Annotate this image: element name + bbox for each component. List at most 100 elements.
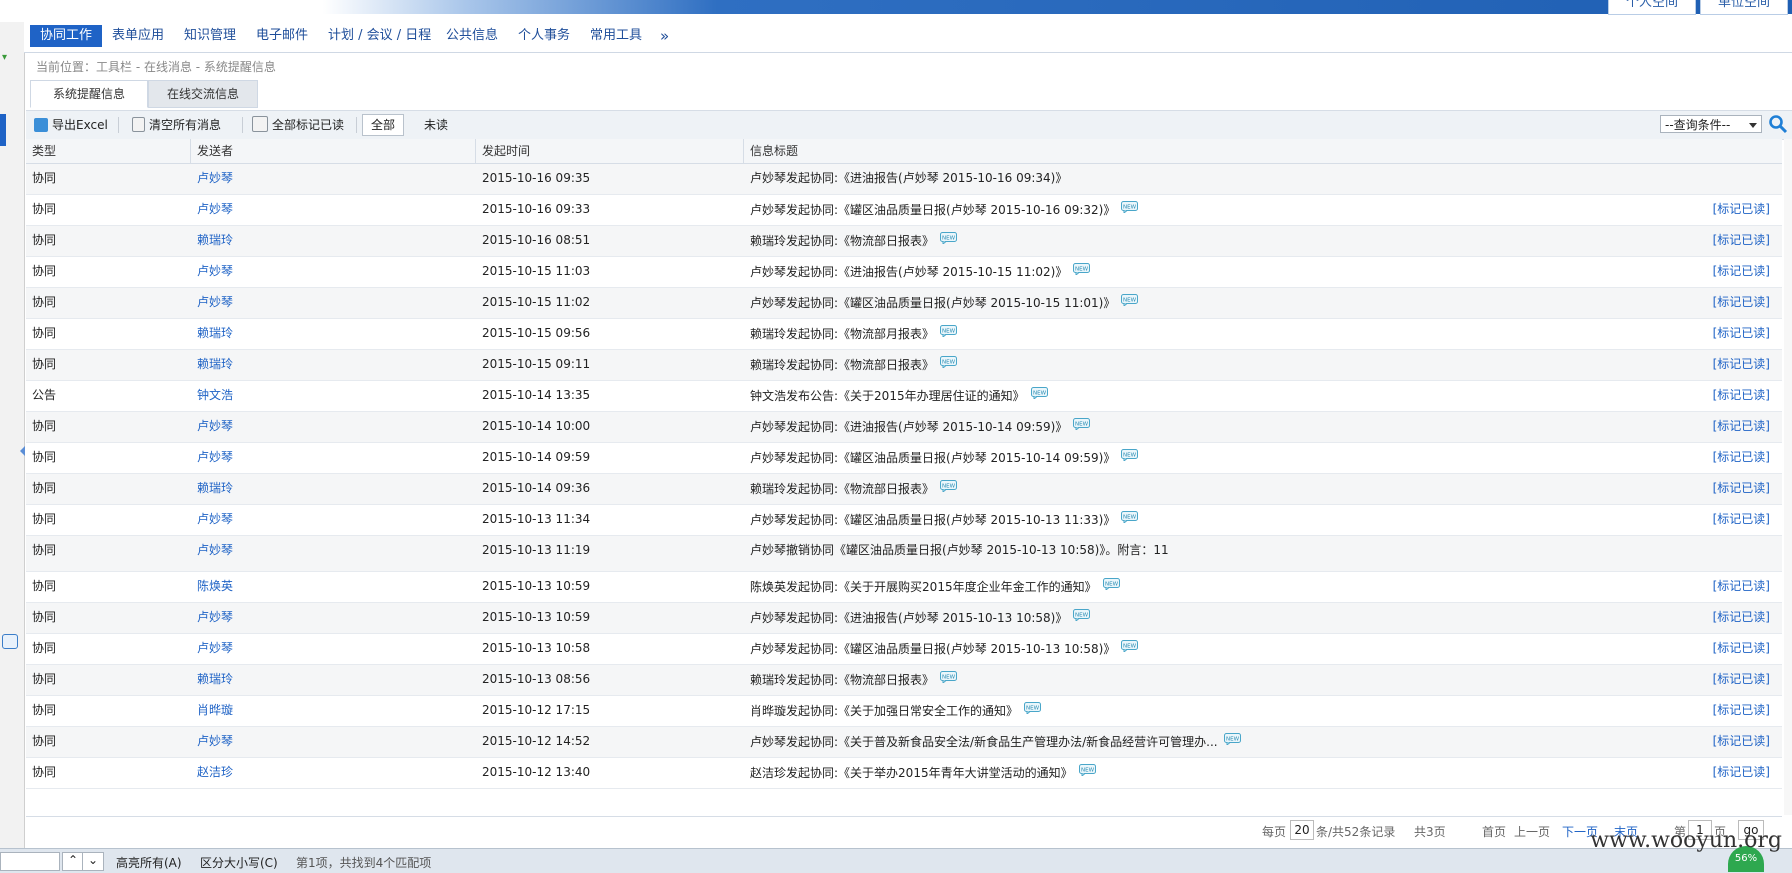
sender-link[interactable]: 赵洁珍	[197, 758, 233, 788]
message-title[interactable]: 卢妙琴发起协同:《进油报告(卢妙琴 2015-10-16 09:34)》	[750, 164, 1067, 194]
nav-item-knowledge[interactable]: 知识管理	[174, 25, 246, 47]
mark-read-link[interactable]: [标记已读]	[1713, 195, 1770, 225]
sender-link[interactable]: 卢妙琴	[197, 443, 233, 473]
nav-item-forms[interactable]: 表单应用	[102, 25, 174, 47]
tab-unit-space[interactable]: 单位空间	[1700, 0, 1788, 15]
sender-link[interactable]: 卢妙琴	[197, 603, 233, 633]
message-title[interactable]: 卢妙琴发起协同:《罐区油品质量日报(卢妙琴 2015-10-13 11:33)》…	[750, 505, 1139, 535]
message-title[interactable]: 赖瑞玲发起协同:《物流部日报表》 NEW	[750, 665, 958, 695]
mark-read-link[interactable]: [标记已读]	[1713, 319, 1770, 349]
search-icon[interactable]	[1768, 114, 1788, 134]
sender-link[interactable]: 卢妙琴	[197, 536, 233, 571]
sender-link[interactable]: 赖瑞玲	[197, 226, 233, 256]
mark-read-link[interactable]: [标记已读]	[1713, 350, 1770, 380]
col-sender[interactable]: 发送者	[191, 139, 476, 163]
table-row[interactable]: 协同 卢妙琴 2015-10-13 11:19 卢妙琴撤销协同《罐区油品质量日报(卢…	[26, 536, 1782, 572]
message-title[interactable]: 卢妙琴发起协同:《罐区油品质量日报(卢妙琴 2015-10-15 11:01)》…	[750, 288, 1139, 318]
match-case-option[interactable]: 区分大小写(C)	[200, 854, 278, 871]
mark-read-link[interactable]: [标记已读]	[1713, 603, 1770, 633]
mark-read-link[interactable]: [标记已读]	[1713, 572, 1770, 602]
table-row[interactable]: 协同 卢妙琴 2015-10-13 11:34 卢妙琴发起协同:《罐区油品质量日报(卢…	[26, 505, 1782, 536]
message-title[interactable]: 卢妙琴发起协同:《进油报告(卢妙琴 2015-10-14 09:59)》 NEW	[750, 412, 1091, 442]
sender-link[interactable]: 赖瑞玲	[197, 665, 233, 695]
tab-system-reminders[interactable]: 系统提醒信息	[30, 80, 148, 108]
message-title[interactable]: 赖瑞玲发起协同:《物流部日报表》 NEW	[750, 226, 958, 256]
message-title[interactable]: 卢妙琴发起协同:《罐区油品质量日报(卢妙琴 2015-10-16 09:32)》…	[750, 195, 1139, 225]
table-row[interactable]: 协同 陈焕英 2015-10-13 10:59 陈焕英发起协同:《关于开展购买2015…	[26, 572, 1782, 603]
sender-link[interactable]: 赖瑞玲	[197, 350, 233, 380]
find-next-icon[interactable]: ⌄	[82, 852, 104, 871]
col-time[interactable]: 发起时间	[476, 139, 744, 163]
prev-page-link[interactable]: 上一页	[1514, 823, 1550, 840]
mark-read-link[interactable]: [标记已读]	[1713, 634, 1770, 664]
rail-chat-icon[interactable]	[2, 634, 18, 649]
message-title[interactable]: 赖瑞玲发起协同:《物流部日报表》 NEW	[750, 474, 958, 504]
nav-item-public-info[interactable]: 公共信息	[436, 25, 508, 47]
col-type[interactable]: 类型	[26, 139, 191, 163]
query-condition-select[interactable]: --查询条件--	[1660, 115, 1762, 133]
message-title[interactable]: 卢妙琴撤销协同《罐区油品质量日报(卢妙琴 2015-10-13 10:58)》。…	[750, 536, 1169, 571]
table-row[interactable]: 协同 卢妙琴 2015-10-16 09:33 卢妙琴发起协同:《罐区油品质量日报(卢…	[26, 195, 1782, 226]
mark-read-link[interactable]: [标记已读]	[1713, 474, 1770, 504]
table-row[interactable]: 协同 赵洁珍 2015-10-12 13:40 赵洁珍发起协同:《关于举办2015年青…	[26, 758, 1782, 789]
tab-personal-space[interactable]: 个人空间	[1608, 0, 1696, 15]
message-title[interactable]: 卢妙琴发起协同:《罐区油品质量日报(卢妙琴 2015-10-14 09:59)》…	[750, 443, 1139, 473]
message-title[interactable]: 卢妙琴发起协同:《进油报告(卢妙琴 2015-10-15 11:02)》 NEW	[750, 257, 1091, 287]
mark-read-link[interactable]: [标记已读]	[1713, 696, 1770, 726]
mark-read-link[interactable]: [标记已读]	[1713, 257, 1770, 287]
table-row[interactable]: 协同 卢妙琴 2015-10-15 11:03 卢妙琴发起协同:《进油报告(卢妙琴 2…	[26, 257, 1782, 288]
sender-link[interactable]: 卢妙琴	[197, 727, 233, 757]
mark-read-link[interactable]: [标记已读]	[1713, 665, 1770, 695]
message-title[interactable]: 赵洁珍发起协同:《关于举办2015年青年大讲堂活动的通知》 NEW	[750, 758, 1096, 788]
mark-read-link[interactable]: [标记已读]	[1713, 443, 1770, 473]
rail-chevron-icon[interactable]: ▾	[2, 52, 7, 63]
mark-read-link[interactable]: [标记已读]	[1713, 758, 1770, 788]
message-title[interactable]: 卢妙琴发起协同:《关于普及新食品安全法/新食品生产管理办法/新食品经营许可管理办…	[750, 727, 1241, 757]
message-title[interactable]: 赖瑞玲发起协同:《物流部日报表》 NEW	[750, 350, 958, 380]
message-title[interactable]: 肖晔璇发起协同:《关于加强日常安全工作的通知》 NEW	[750, 696, 1042, 726]
filter-all-button[interactable]: 全部	[362, 114, 405, 136]
nav-item-collaboration[interactable]: 协同工作	[30, 25, 103, 47]
tab-online-messages[interactable]: 在线交流信息	[148, 80, 258, 108]
table-row[interactable]: 协同 赖瑞玲 2015-10-15 09:11 赖瑞玲发起协同:《物流部日报表》 NEW…	[26, 350, 1782, 381]
mark-read-link[interactable]: [标记已读]	[1713, 412, 1770, 442]
table-row[interactable]: 协同 肖晔璇 2015-10-12 17:15 肖晔璇发起协同:《关于加强日常安全工作…	[26, 696, 1782, 727]
clear-all-button[interactable]: 清空所有消息	[132, 115, 221, 135]
filter-unread-button[interactable]: 未读	[424, 115, 448, 135]
sender-link[interactable]: 肖晔璇	[197, 696, 233, 726]
sender-link[interactable]: 赖瑞玲	[197, 474, 233, 504]
table-row[interactable]: 协同 赖瑞玲 2015-10-14 09:36 赖瑞玲发起协同:《物流部日报表》 NEW…	[26, 474, 1782, 505]
col-title[interactable]: 信息标题	[744, 139, 1782, 163]
mark-all-read-button[interactable]: 全部标记已读	[252, 115, 344, 135]
table-row[interactable]: 协同 卢妙琴 2015-10-12 14:52 卢妙琴发起协同:《关于普及新食品安全法…	[26, 727, 1782, 758]
message-title[interactable]: 卢妙琴发起协同:《进油报告(卢妙琴 2015-10-13 10:58)》 NEW	[750, 603, 1091, 633]
table-row[interactable]: 协同 卢妙琴 2015-10-13 10:58 卢妙琴发起协同:《罐区油品质量日报(卢…	[26, 634, 1782, 665]
sender-link[interactable]: 陈焕英	[197, 572, 233, 602]
table-row[interactable]: 协同 卢妙琴 2015-10-14 10:00 卢妙琴发起协同:《进油报告(卢妙琴 2…	[26, 412, 1782, 443]
table-row[interactable]: 协同 赖瑞玲 2015-10-16 08:51 赖瑞玲发起协同:《物流部日报表》 NEW…	[26, 226, 1782, 257]
table-row[interactable]: 协同 卢妙琴 2015-10-15 11:02 卢妙琴发起协同:《罐区油品质量日报(卢…	[26, 288, 1782, 319]
sender-link[interactable]: 卢妙琴	[197, 412, 233, 442]
table-row[interactable]: 协同 卢妙琴 2015-10-16 09:35 卢妙琴发起协同:《进油报告(卢妙琴 2…	[26, 164, 1782, 195]
sender-link[interactable]: 卢妙琴	[197, 195, 233, 225]
scrollbar[interactable]	[1784, 139, 1792, 815]
table-row[interactable]: 协同 卢妙琴 2015-10-14 09:59 卢妙琴发起协同:《罐区油品质量日报(卢…	[26, 443, 1782, 474]
nav-more-icon[interactable]: »	[650, 25, 679, 47]
message-title[interactable]: 陈焕英发起协同:《关于开展购买2015年度企业年金工作的通知》 NEW	[750, 572, 1120, 602]
message-title[interactable]: 钟文浩发布公告:《关于2015年办理居住证的通知》 NEW	[750, 381, 1048, 411]
table-row[interactable]: 协同 赖瑞玲 2015-10-15 09:56 赖瑞玲发起协同:《物流部月报表》 NEW…	[26, 319, 1782, 350]
mark-read-link[interactable]: [标记已读]	[1713, 288, 1770, 318]
message-title[interactable]: 卢妙琴发起协同:《罐区油品质量日报(卢妙琴 2015-10-13 10:58)》…	[750, 634, 1139, 664]
find-previous-icon[interactable]: ⌃	[62, 852, 84, 871]
mark-read-link[interactable]: [标记已读]	[1713, 505, 1770, 535]
collapse-arrow-icon[interactable]	[20, 446, 25, 456]
sender-link[interactable]: 卢妙琴	[197, 164, 233, 194]
find-input[interactable]	[0, 852, 60, 871]
per-page-input[interactable]: 20	[1290, 820, 1314, 840]
sender-link[interactable]: 钟文浩	[197, 381, 233, 411]
nav-item-personal[interactable]: 个人事务	[508, 25, 580, 47]
message-title[interactable]: 赖瑞玲发起协同:《物流部月报表》 NEW	[750, 319, 958, 349]
table-row[interactable]: 协同 卢妙琴 2015-10-13 10:59 卢妙琴发起协同:《进油报告(卢妙琴 2…	[26, 603, 1782, 634]
sender-link[interactable]: 卢妙琴	[197, 634, 233, 664]
mark-read-link[interactable]: [标记已读]	[1713, 727, 1770, 757]
